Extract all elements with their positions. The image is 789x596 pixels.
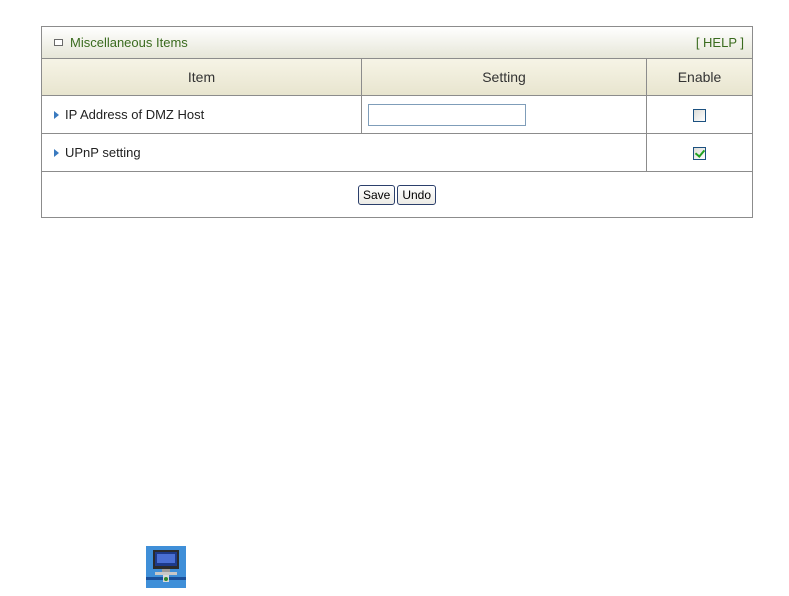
dmz-enable-checkbox[interactable] <box>693 109 706 123</box>
square-bullet-icon <box>54 39 63 46</box>
upnp-enable-cell <box>646 133 752 172</box>
dmz-label-cell: IP Address of DMZ Host <box>42 95 362 134</box>
save-button[interactable]: Save <box>357 184 396 205</box>
misc-items-panel: Miscellaneous Items [ HELP ] Item Settin… <box>41 26 753 218</box>
header-setting: Setting <box>361 59 647 96</box>
panel-title: Miscellaneous Items <box>70 35 188 50</box>
table-header-row: Item Setting Enable <box>42 59 752 96</box>
undo-button[interactable]: Undo <box>397 184 437 205</box>
dmz-ip-input[interactable] <box>368 103 526 126</box>
upnp-enable-checkbox[interactable] <box>693 147 706 161</box>
dmz-enable-cell <box>646 95 752 134</box>
help-link[interactable]: [ HELP ] <box>696 35 744 50</box>
button-cell: Save Undo <box>42 171 752 218</box>
row-upnp: UPnP setting <box>42 133 752 172</box>
upnp-label-cell: UPnP setting <box>42 133 647 172</box>
panel-header: Miscellaneous Items [ HELP ] <box>42 27 752 59</box>
upnp-label: UPnP setting <box>65 145 141 160</box>
computer-network-icon <box>146 546 186 588</box>
settings-table: Item Setting Enable IP Address of DMZ Ho… <box>42 59 752 218</box>
header-enable: Enable <box>646 59 752 96</box>
button-row: Save Undo <box>42 171 752 218</box>
header-item: Item <box>42 59 362 96</box>
dmz-setting-cell <box>361 95 647 134</box>
row-dmz-host: IP Address of DMZ Host <box>42 95 752 134</box>
dmz-host-label: IP Address of DMZ Host <box>65 107 205 122</box>
triangle-arrow-icon <box>54 111 59 119</box>
triangle-arrow-icon <box>54 149 59 157</box>
